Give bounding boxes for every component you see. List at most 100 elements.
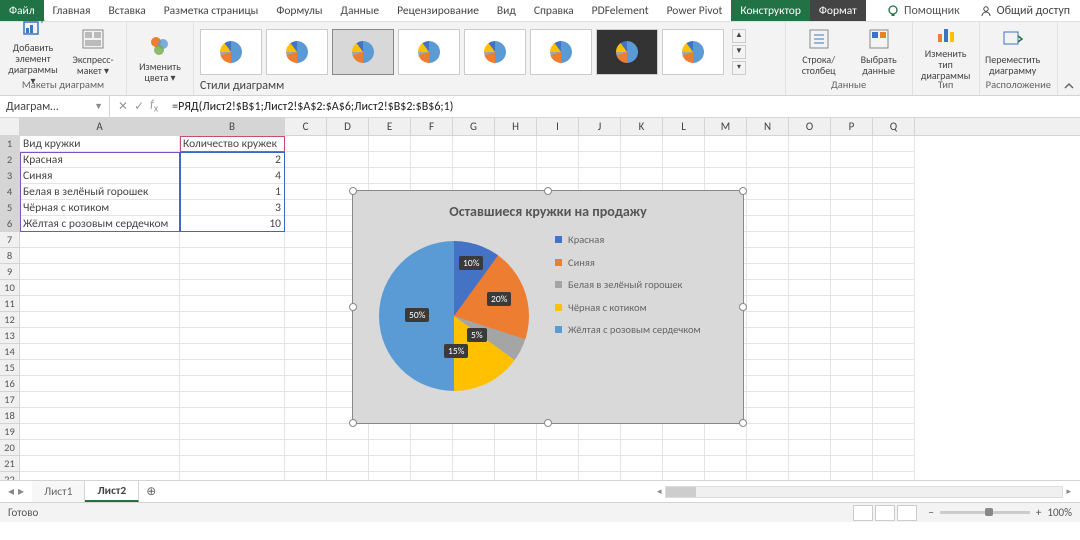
cell-D19[interactable]	[327, 424, 369, 440]
cell-C7[interactable]	[285, 232, 327, 248]
cell-P15[interactable]	[831, 360, 873, 376]
cell-A20[interactable]	[20, 440, 180, 456]
cell-G20[interactable]	[453, 440, 495, 456]
tab-view[interactable]: Вид	[488, 0, 525, 21]
cell-O16[interactable]	[789, 376, 831, 392]
col-header-I[interactable]: I	[537, 118, 579, 135]
sheet-tab-2[interactable]: Лист2	[85, 481, 139, 502]
cell-C12[interactable]	[285, 312, 327, 328]
cell-G19[interactable]	[453, 424, 495, 440]
cell-E20[interactable]	[369, 440, 411, 456]
cell-E2[interactable]	[369, 152, 411, 168]
cell-O19[interactable]	[789, 424, 831, 440]
cell-Q13[interactable]	[873, 328, 915, 344]
cell-Q11[interactable]	[873, 296, 915, 312]
cell-C9[interactable]	[285, 264, 327, 280]
cell-N1[interactable]	[747, 136, 789, 152]
cell-O7[interactable]	[789, 232, 831, 248]
cell-A22[interactable]	[20, 472, 180, 480]
cell-B4[interactable]: 1	[180, 184, 285, 200]
zoom-level[interactable]: 100%	[1047, 506, 1072, 519]
data-label-3[interactable]: 15%	[444, 344, 468, 358]
row-header-11[interactable]: 11	[0, 296, 20, 312]
row-header-4[interactable]: 4	[0, 184, 20, 200]
cell-B14[interactable]	[180, 344, 285, 360]
col-header-M[interactable]: M	[705, 118, 747, 135]
cell-O10[interactable]	[789, 280, 831, 296]
cell-N9[interactable]	[747, 264, 789, 280]
cell-B12[interactable]	[180, 312, 285, 328]
row-header-3[interactable]: 3	[0, 168, 20, 184]
zoom-out-button[interactable]: −	[928, 506, 933, 519]
cell-P7[interactable]	[831, 232, 873, 248]
cell-N22[interactable]	[747, 472, 789, 480]
cell-C14[interactable]	[285, 344, 327, 360]
cell-A19[interactable]	[20, 424, 180, 440]
cell-G22[interactable]	[453, 472, 495, 480]
cell-Q2[interactable]	[873, 152, 915, 168]
cell-G2[interactable]	[453, 152, 495, 168]
cell-F2[interactable]	[411, 152, 453, 168]
cell-O8[interactable]	[789, 248, 831, 264]
col-header-A[interactable]: A	[20, 118, 180, 135]
select-data-button[interactable]: Выбрать данные	[852, 24, 906, 78]
col-header-J[interactable]: J	[579, 118, 621, 135]
cell-Q8[interactable]	[873, 248, 915, 264]
cell-Q10[interactable]	[873, 280, 915, 296]
cell-P9[interactable]	[831, 264, 873, 280]
cell-B8[interactable]	[180, 248, 285, 264]
cell-N13[interactable]	[747, 328, 789, 344]
fx-icon[interactable]: fx	[150, 98, 158, 114]
cell-C11[interactable]	[285, 296, 327, 312]
cell-C19[interactable]	[285, 424, 327, 440]
cell-N11[interactable]	[747, 296, 789, 312]
cell-I20[interactable]	[537, 440, 579, 456]
cell-B20[interactable]	[180, 440, 285, 456]
cell-B10[interactable]	[180, 280, 285, 296]
change-colors-button[interactable]: Изменить цвета ▾	[133, 31, 187, 85]
cell-B17[interactable]	[180, 392, 285, 408]
cell-O21[interactable]	[789, 456, 831, 472]
tab-formulas[interactable]: Формулы	[267, 0, 331, 21]
cell-P1[interactable]	[831, 136, 873, 152]
cell-A12[interactable]	[20, 312, 180, 328]
tab-review[interactable]: Рецензирование	[388, 0, 488, 21]
name-box[interactable]: Диаграм…▼	[0, 96, 110, 117]
embedded-chart[interactable]: Оставшиеся кружки на продажу 10% 20% 5% …	[352, 190, 744, 424]
col-header-O[interactable]: O	[789, 118, 831, 135]
tab-home[interactable]: Главная	[44, 0, 100, 21]
cell-P3[interactable]	[831, 168, 873, 184]
col-header-N[interactable]: N	[747, 118, 789, 135]
cell-J2[interactable]	[579, 152, 621, 168]
row-header-13[interactable]: 13	[0, 328, 20, 344]
data-label-1[interactable]: 20%	[487, 292, 511, 306]
gallery-more[interactable]: ▾	[732, 61, 746, 75]
cell-N18[interactable]	[747, 408, 789, 424]
cell-D20[interactable]	[327, 440, 369, 456]
cell-O5[interactable]	[789, 200, 831, 216]
cell-A5[interactable]: Чёрная с котиком	[20, 200, 180, 216]
row-header-16[interactable]: 16	[0, 376, 20, 392]
tab-pagelayout[interactable]: Разметка страницы	[155, 0, 268, 21]
row-header-17[interactable]: 17	[0, 392, 20, 408]
cell-I19[interactable]	[537, 424, 579, 440]
cell-A14[interactable]	[20, 344, 180, 360]
chart-style-6[interactable]	[530, 29, 592, 75]
horizontal-scrollbar[interactable]: ◂ ▸	[654, 485, 1074, 499]
cell-J20[interactable]	[579, 440, 621, 456]
col-header-B[interactable]: B	[180, 118, 285, 135]
cell-B18[interactable]	[180, 408, 285, 424]
cell-K3[interactable]	[621, 168, 663, 184]
cell-C16[interactable]	[285, 376, 327, 392]
col-header-C[interactable]: C	[285, 118, 327, 135]
cell-J19[interactable]	[579, 424, 621, 440]
cell-B2[interactable]: 2	[180, 152, 285, 168]
cell-B5[interactable]: 3	[180, 200, 285, 216]
row-header-22[interactable]: 22	[0, 472, 20, 480]
cell-C15[interactable]	[285, 360, 327, 376]
cell-B13[interactable]	[180, 328, 285, 344]
cell-E1[interactable]	[369, 136, 411, 152]
cell-P6[interactable]	[831, 216, 873, 232]
cell-B7[interactable]	[180, 232, 285, 248]
cell-C3[interactable]	[285, 168, 327, 184]
